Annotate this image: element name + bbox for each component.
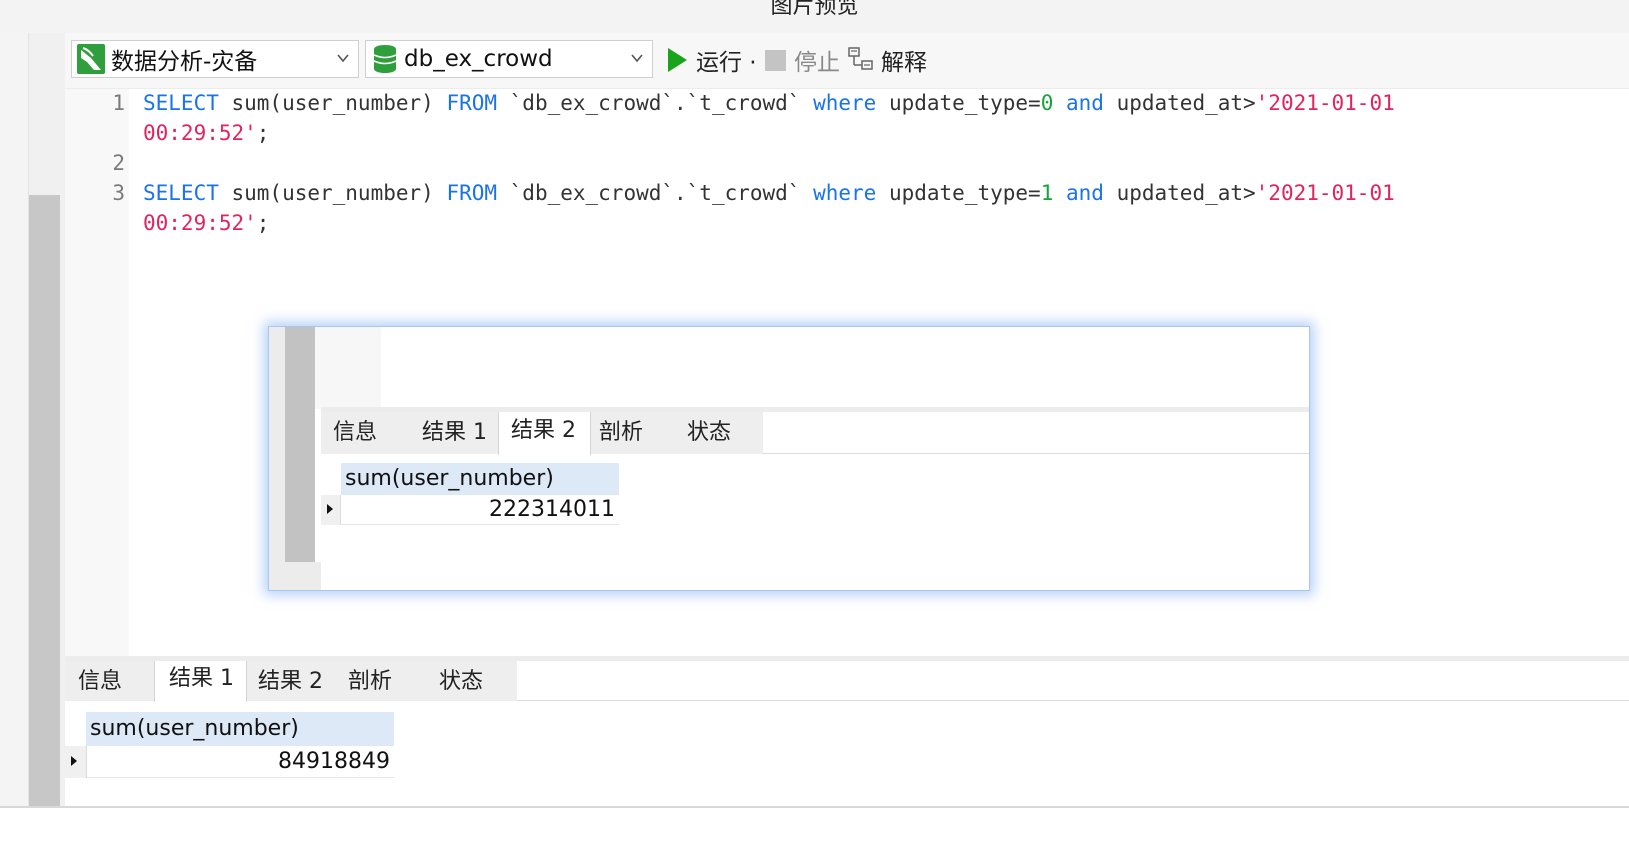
connection-select[interactable]: 数据分析-灾备	[71, 40, 359, 78]
tab-result-2[interactable]: 结果 2	[258, 661, 323, 703]
connection-name: 数据分析-灾备	[111, 49, 258, 75]
preview-column-header[interactable]: sum(user_number)	[341, 463, 619, 495]
preview-scrollbar-track	[285, 562, 321, 590]
tab-result-1[interactable]: 结果 1	[154, 661, 247, 702]
stop-button[interactable]: 停止	[765, 43, 840, 77]
code-line-1: SELECT sum(user_number) FROM `db_ex_crow…	[143, 91, 1395, 115]
database-select[interactable]: db_ex_crowd	[365, 40, 653, 78]
preview-scrollbar-thumb	[285, 327, 315, 562]
preview-tab-status[interactable]: 状态	[687, 412, 731, 454]
result-tabs: 信息 结果 1 结果 2 剖析 状态	[65, 661, 1629, 703]
status-bar	[0, 806, 1629, 845]
preview-left-strip	[269, 327, 285, 590]
code-line-3-wrap: 00:29:52';	[143, 211, 270, 235]
row-pointer-icon	[327, 504, 333, 514]
tab-info[interactable]: 信息	[78, 661, 122, 703]
image-preview-panel: 信息 结果 1 结果 2 剖析 状态 sum(user_number) 2223…	[268, 326, 1310, 591]
play-icon	[668, 48, 687, 72]
chevron-down-icon	[631, 54, 643, 63]
vertical-scrollbar-thumb[interactable]	[29, 195, 60, 840]
title-bar: 图片预览	[0, 0, 1629, 33]
line-number: 2	[112, 151, 125, 175]
chevron-down-icon	[337, 54, 349, 63]
preview-row-indicator	[321, 495, 341, 525]
row-pointer-icon	[71, 756, 77, 766]
preview-result-grid: sum(user_number) 222314011	[321, 455, 1309, 590]
left-panel-strip	[0, 33, 29, 845]
line-number: 3	[112, 181, 125, 205]
preview-tab-profile[interactable]: 剖析	[599, 412, 643, 454]
code-line-3: SELECT sum(user_number) FROM `db_ex_crow…	[143, 181, 1395, 205]
database-name: db_ex_crowd	[404, 46, 553, 72]
tab-profile[interactable]: 剖析	[348, 661, 392, 703]
tab-status[interactable]: 状态	[439, 661, 483, 703]
stop-icon	[765, 49, 786, 71]
row-indicator	[65, 746, 87, 778]
run-button[interactable]: 运行 ·	[668, 43, 757, 77]
explain-icon	[847, 45, 877, 75]
result-grid: sum(user_number) 84918849	[65, 702, 1629, 806]
explain-label: 解释	[881, 50, 927, 76]
mysql-connection-icon	[77, 44, 105, 74]
run-label: 运行 ·	[696, 50, 757, 76]
preview-tab-result-2[interactable]: 结果 2	[498, 412, 591, 455]
stop-label: 停止	[794, 50, 840, 76]
line-number: 1	[112, 91, 125, 115]
preview-cell-value[interactable]: 222314011	[341, 495, 619, 525]
explain-button[interactable]: 解释	[847, 43, 927, 77]
query-toolbar: 数据分析-灾备 db_ex_crowd 运行 · 停止 解释	[65, 33, 1629, 89]
preview-tab-info[interactable]: 信息	[333, 412, 377, 454]
preview-result-tabs: 信息 结果 1 结果 2 剖析 状态	[321, 412, 1309, 455]
result-cell-value[interactable]: 84918849	[87, 746, 394, 778]
window-title: 图片预览	[770, 0, 859, 19]
code-line-1-wrap: 00:29:52';	[143, 121, 270, 145]
preview-tab-result-1[interactable]: 结果 1	[422, 412, 487, 454]
database-icon	[372, 44, 398, 74]
preview-gutter	[315, 327, 381, 409]
column-header-sum-user-number[interactable]: sum(user_number)	[86, 712, 394, 746]
line-number-gutter: 1 2 3	[65, 89, 129, 656]
